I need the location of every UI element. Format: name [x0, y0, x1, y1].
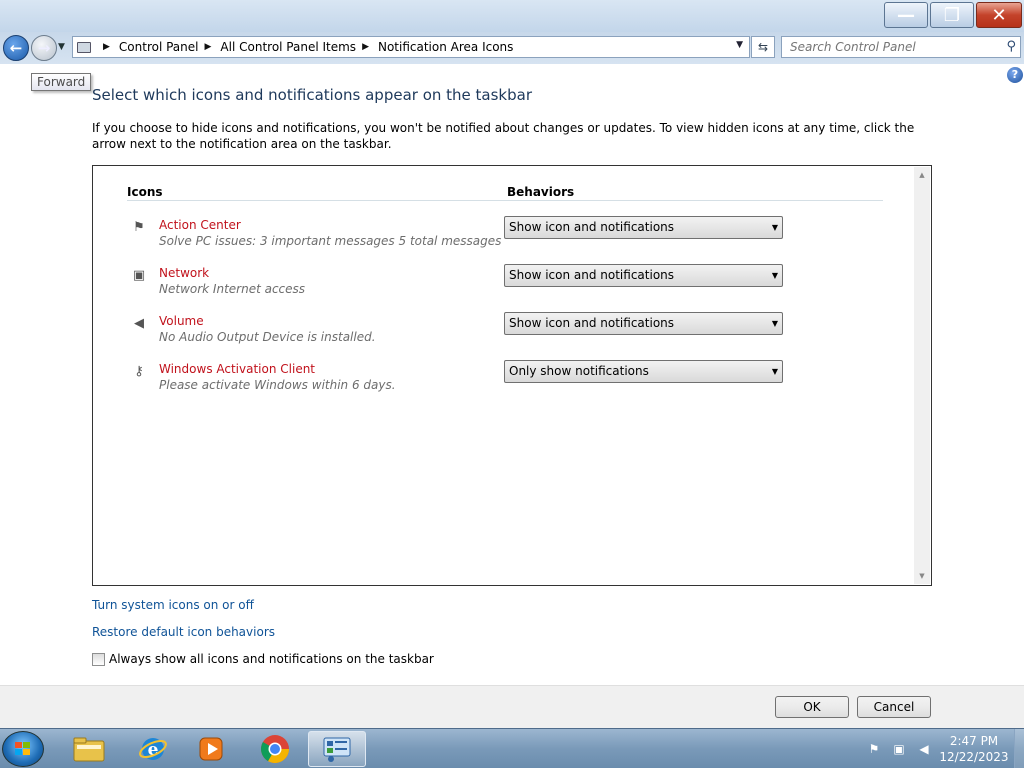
help-icon[interactable]: ?: [1007, 67, 1023, 83]
minimize-button[interactable]: —: [884, 2, 928, 28]
clock-time: 2:47 PM: [949, 734, 999, 748]
breadcrumb-notification-area[interactable]: Notification Area Icons: [378, 40, 513, 54]
ok-button[interactable]: OK: [775, 696, 849, 718]
behavior-value: Only show notifications: [509, 364, 649, 378]
minimize-icon: —: [897, 4, 915, 26]
activation-key-icon: ⚷: [134, 364, 144, 379]
search-box[interactable]: ⚲: [781, 36, 1021, 58]
chevron-down-icon: ▼: [771, 367, 778, 376]
item-description: Please activate Windows within 6 days.: [159, 378, 396, 392]
refresh-icon: ⇆: [757, 40, 769, 54]
notification-icons-list: Icons Behaviors ⚑ Action Center Solve PC…: [92, 165, 932, 586]
breadcrumb-all-items[interactable]: All Control Panel Items: [220, 40, 356, 54]
always-show-checkbox-label[interactable]: Always show all icons and notifications …: [109, 652, 434, 666]
ok-label: OK: [803, 700, 821, 714]
address-dropdown-icon[interactable]: ▼: [736, 40, 743, 50]
behavior-value: Show icon and notifications: [509, 316, 675, 330]
chevron-down-icon: ▼: [58, 42, 65, 52]
item-description: No Audio Output Device is installed.: [159, 330, 376, 344]
behavior-value: Show icon and notifications: [509, 220, 675, 234]
behavior-value: Show icon and notifications: [509, 268, 675, 282]
taskbar-media-player-button[interactable]: [186, 731, 236, 767]
chrome-icon: [261, 735, 289, 763]
start-button[interactable]: [2, 731, 44, 767]
tray-volume-icon[interactable]: ◀: [916, 741, 932, 757]
behavior-dropdown[interactable]: Only show notifications ▼: [504, 360, 783, 383]
forward-tooltip: Forward: [31, 73, 92, 91]
cancel-label: Cancel: [873, 700, 915, 714]
vertical-scrollbar[interactable]: ▲ ▼: [914, 167, 930, 584]
item-name: Action Center: [159, 218, 241, 232]
item-description: Solve PC issues: 3 important messages 5 …: [159, 234, 502, 248]
item-name: Volume: [159, 314, 204, 328]
recent-pages-dropdown[interactable]: ▼: [58, 42, 65, 52]
forward-arrow-icon: →: [37, 39, 51, 57]
control-panel-window: — ❐ ✕ ← → ▼ ▶ Control Panel ▶ All Contro…: [0, 0, 1024, 728]
page-title: Select which icons and notifications app…: [92, 86, 532, 104]
address-bar[interactable]: ▶ Control Panel ▶ All Control Panel Item…: [72, 36, 750, 58]
network-icon: ▣: [132, 268, 146, 283]
taskbar-chrome-button[interactable]: [250, 731, 300, 767]
item-name: Network: [159, 266, 210, 280]
chevron-down-icon: ▼: [771, 271, 778, 280]
breadcrumb-arrow-icon[interactable]: ▶: [103, 42, 110, 52]
folder-icon: [73, 737, 105, 762]
close-icon: ✕: [991, 4, 1007, 26]
list-item-action-center: ⚑ Action Center Solve PC issues: 3 impor…: [131, 216, 891, 258]
close-button[interactable]: ✕: [976, 2, 1022, 28]
behavior-dropdown[interactable]: Show icon and notifications ▼: [504, 312, 783, 335]
system-clock[interactable]: 2:47 PM 12/22/2023: [936, 733, 1012, 765]
restore-defaults-link[interactable]: Restore default icon behaviors: [92, 625, 275, 639]
header-divider: [127, 200, 883, 201]
internet-explorer-icon: e: [139, 738, 167, 760]
always-show-checkbox-row[interactable]: Always show all icons and notifications …: [92, 652, 434, 666]
volume-icon: ◀: [134, 316, 144, 331]
windows-logo-icon: [15, 742, 30, 755]
chevron-down-icon: ▼: [771, 223, 778, 232]
computer-icon: [77, 41, 91, 53]
column-header-icons: Icons: [127, 185, 163, 199]
restore-button[interactable]: ❐: [930, 2, 974, 28]
behavior-dropdown[interactable]: Show icon and notifications ▼: [504, 264, 783, 287]
search-icon[interactable]: ⚲: [1006, 39, 1016, 54]
control-panel-icon: [323, 737, 351, 762]
search-input[interactable]: [782, 37, 992, 57]
title-bar[interactable]: — ❐ ✕: [0, 0, 1024, 32]
list-item-volume: ◀ Volume No Audio Output Device is insta…: [131, 312, 891, 354]
list-item-activation-client: ⚷ Windows Activation Client Please activ…: [131, 360, 891, 402]
tray-action-center-icon[interactable]: ⚑: [866, 741, 882, 757]
tray-network-icon[interactable]: ▣: [891, 741, 907, 757]
breadcrumb-arrow-icon[interactable]: ▶: [205, 42, 212, 52]
chevron-down-icon: ▼: [771, 319, 778, 328]
back-arrow-icon: ←: [9, 39, 23, 57]
breadcrumb-control-panel[interactable]: Control Panel: [119, 40, 199, 54]
breadcrumb-arrow-icon[interactable]: ▶: [362, 42, 369, 52]
taskbar-ie-button[interactable]: e: [128, 731, 178, 767]
show-desktop-button[interactable]: [1014, 729, 1024, 768]
back-button[interactable]: ←: [3, 35, 29, 61]
restore-icon: ❐: [943, 4, 961, 26]
column-header-behaviors: Behaviors: [507, 185, 575, 199]
cancel-button[interactable]: Cancel: [857, 696, 931, 718]
item-description: Network Internet access: [159, 282, 306, 296]
clock-date: 12/22/2023: [939, 750, 1009, 764]
always-show-checkbox[interactable]: [92, 652, 105, 666]
media-player-icon: [199, 737, 223, 761]
action-center-flag-icon: ⚑: [133, 220, 145, 235]
refresh-button[interactable]: ⇆: [751, 36, 775, 58]
page-description: If you choose to hide icons and notifica…: [92, 121, 915, 151]
taskbar-control-panel-button[interactable]: [308, 731, 366, 767]
item-name: Windows Activation Client: [159, 362, 316, 376]
list-item-network: ▣ Network Network Internet access Show i…: [131, 264, 891, 306]
scroll-up-icon[interactable]: ▲: [914, 171, 930, 179]
behavior-dropdown[interactable]: Show icon and notifications ▼: [504, 216, 783, 239]
taskbar-explorer-button[interactable]: [64, 731, 114, 767]
scroll-down-icon[interactable]: ▼: [914, 572, 930, 580]
turn-system-icons-link[interactable]: Turn system icons on or off: [92, 598, 254, 612]
forward-button[interactable]: →: [31, 35, 57, 61]
